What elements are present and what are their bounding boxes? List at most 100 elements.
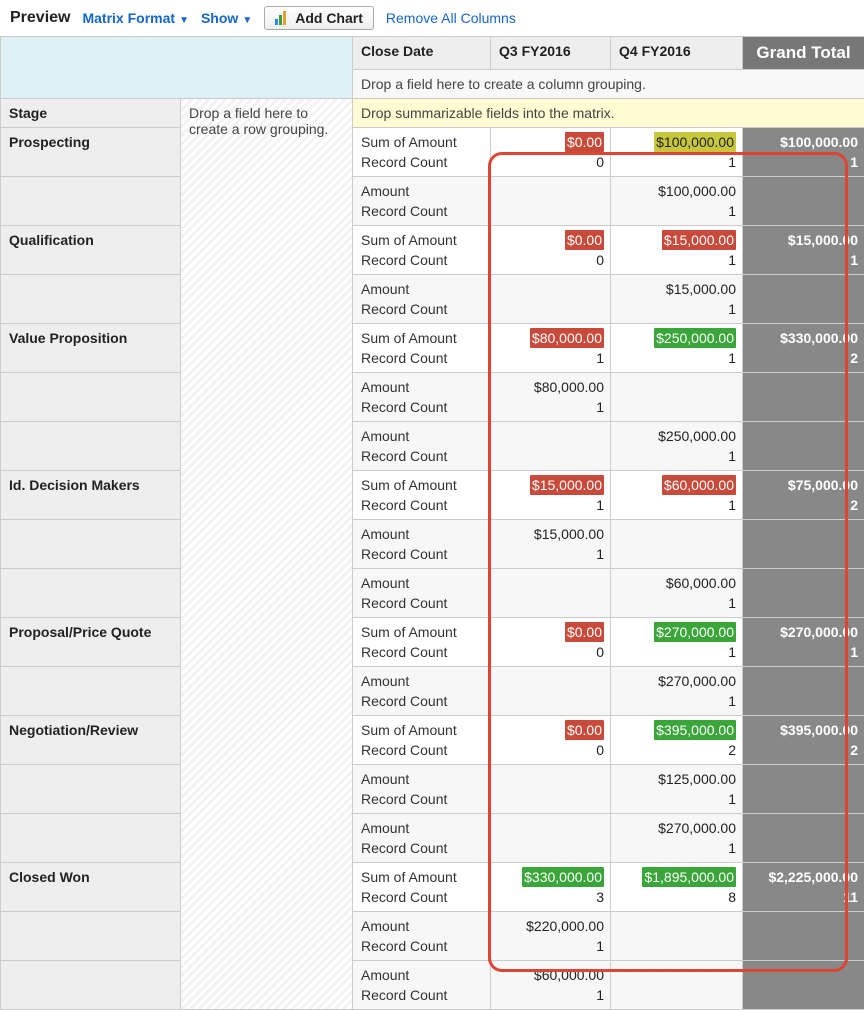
q4-detail: [611, 961, 743, 1010]
q3-summary: $0.000: [491, 716, 611, 765]
total-blank: [743, 275, 864, 324]
column-drop-hint[interactable]: Drop a field here to create a column gro…: [353, 70, 864, 99]
stage-header[interactable]: Stage: [1, 99, 181, 128]
q3-header[interactable]: Q3 FY2016: [491, 37, 611, 70]
q3-detail: [491, 814, 611, 863]
row-total: $330,000.002: [743, 324, 864, 373]
total-blank: [743, 520, 864, 569]
total-blank: [743, 422, 864, 471]
q3-detail: [491, 569, 611, 618]
stage-blank: [1, 569, 181, 618]
total-blank: [743, 177, 864, 226]
chevron-down-icon: ▼: [179, 15, 189, 26]
q3-summary: $0.000: [491, 618, 611, 667]
stage-name[interactable]: Closed Won: [1, 863, 181, 912]
summarize-hint[interactable]: Drop summarizable fields into the matrix…: [353, 99, 864, 128]
stage-blank: [1, 275, 181, 324]
q3-detail: $220,000.001: [491, 912, 611, 961]
q3-detail: $60,000.001: [491, 961, 611, 1010]
summary-labels: Sum of AmountRecord Count: [353, 128, 491, 177]
show-dropdown[interactable]: Show▼: [201, 10, 252, 26]
q3-summary: $330,000.003: [491, 863, 611, 912]
q4-summary: $15,000.001: [611, 226, 743, 275]
q3-detail: [491, 422, 611, 471]
stage-blank: [1, 814, 181, 863]
q3-detail: [491, 667, 611, 716]
row-total: $2,225,000.0011: [743, 863, 864, 912]
q4-detail: $270,000.001: [611, 667, 743, 716]
detail-labels: AmountRecord Count: [353, 373, 491, 422]
detail-labels: AmountRecord Count: [353, 912, 491, 961]
q4-summary: $1,895,000.008: [611, 863, 743, 912]
stage-name[interactable]: Negotiation/Review: [1, 716, 181, 765]
q3-detail: [491, 765, 611, 814]
q3-detail: [491, 177, 611, 226]
total-blank: [743, 814, 864, 863]
detail-labels: AmountRecord Count: [353, 275, 491, 324]
bar-chart-icon: [275, 11, 289, 25]
detail-labels: AmountRecord Count: [353, 961, 491, 1010]
summary-labels: Sum of AmountRecord Count: [353, 863, 491, 912]
remove-all-columns-link[interactable]: Remove All Columns: [386, 10, 516, 26]
q3-detail: $80,000.001: [491, 373, 611, 422]
matrix-report-table: Close DateQ3 FY2016Q4 FY2016Grand TotalD…: [0, 36, 864, 1010]
q4-header[interactable]: Q4 FY2016: [611, 37, 743, 70]
stage-blank: [1, 912, 181, 961]
stage-name[interactable]: Prospecting: [1, 128, 181, 177]
total-blank: [743, 373, 864, 422]
stage-name[interactable]: Proposal/Price Quote: [1, 618, 181, 667]
q4-detail: $60,000.001: [611, 569, 743, 618]
q4-detail: $270,000.001: [611, 814, 743, 863]
q4-detail: $100,000.001: [611, 177, 743, 226]
row-total: $75,000.002: [743, 471, 864, 520]
q4-summary: $60,000.001: [611, 471, 743, 520]
detail-labels: AmountRecord Count: [353, 667, 491, 716]
detail-labels: AmountRecord Count: [353, 814, 491, 863]
q3-summary: $0.000: [491, 226, 611, 275]
stage-blank: [1, 667, 181, 716]
stage-name[interactable]: Qualification: [1, 226, 181, 275]
q3-detail: [491, 275, 611, 324]
stage-name[interactable]: Value Proposition: [1, 324, 181, 373]
detail-labels: AmountRecord Count: [353, 520, 491, 569]
q3-detail: $15,000.001: [491, 520, 611, 569]
detail-labels: AmountRecord Count: [353, 177, 491, 226]
stage-name[interactable]: Id. Decision Makers: [1, 471, 181, 520]
q4-summary: $250,000.001: [611, 324, 743, 373]
total-blank: [743, 765, 864, 814]
q4-detail: [611, 912, 743, 961]
grand-total-header: Grand Total: [743, 37, 864, 70]
q4-summary: $100,000.001: [611, 128, 743, 177]
total-blank: [743, 667, 864, 716]
detail-labels: AmountRecord Count: [353, 569, 491, 618]
q4-detail: $15,000.001: [611, 275, 743, 324]
q3-summary: $15,000.001: [491, 471, 611, 520]
q3-summary: $80,000.001: [491, 324, 611, 373]
stage-blank: [1, 765, 181, 814]
row-total: $395,000.002: [743, 716, 864, 765]
summary-labels: Sum of AmountRecord Count: [353, 324, 491, 373]
total-blank: [743, 961, 864, 1010]
row-total: $15,000.001: [743, 226, 864, 275]
stage-blank: [1, 422, 181, 471]
header-blank: [1, 37, 353, 99]
row-drop-hint[interactable]: Drop a field here to create a row groupi…: [181, 99, 353, 1010]
q4-summary: $395,000.002: [611, 716, 743, 765]
row-total: $100,000.001: [743, 128, 864, 177]
add-chart-button[interactable]: Add Chart: [264, 6, 374, 30]
row-total: $270,000.001: [743, 618, 864, 667]
matrix-format-dropdown[interactable]: Matrix Format▼: [82, 10, 188, 26]
q3-summary: $0.000: [491, 128, 611, 177]
close-date-header[interactable]: Close Date: [353, 37, 491, 70]
q4-detail: [611, 520, 743, 569]
detail-labels: AmountRecord Count: [353, 765, 491, 814]
summary-labels: Sum of AmountRecord Count: [353, 716, 491, 765]
stage-blank: [1, 373, 181, 422]
stage-blank: [1, 520, 181, 569]
q4-detail: $250,000.001: [611, 422, 743, 471]
detail-labels: AmountRecord Count: [353, 422, 491, 471]
q4-detail: $125,000.001: [611, 765, 743, 814]
report-toolbar: Preview Matrix Format▼ Show▼ Add Chart R…: [0, 0, 864, 36]
summary-labels: Sum of AmountRecord Count: [353, 618, 491, 667]
summary-labels: Sum of AmountRecord Count: [353, 471, 491, 520]
